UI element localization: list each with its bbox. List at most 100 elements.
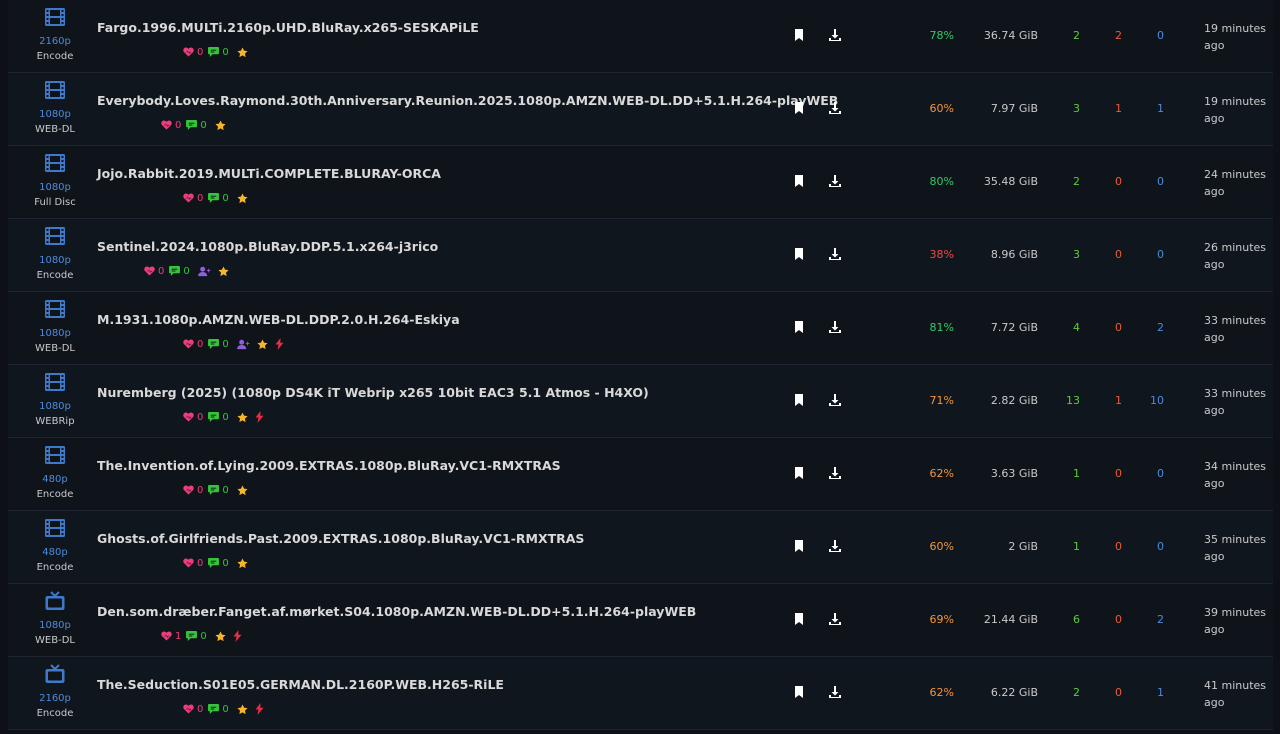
torrent-title-link[interactable]: Jojo.Rabbit.2019.MULTi.COMPLETE.BLURAY-O…: [97, 166, 441, 181]
leechers-count[interactable]: 1: [1090, 102, 1122, 115]
table-row[interactable]: 1080p Encode Sentinel.2024.1080p.BluRay.…: [8, 219, 1273, 292]
download-icon[interactable]: [828, 320, 842, 334]
category-cell[interactable]: 480p Encode: [8, 438, 102, 510]
thanks-count: 0: [183, 47, 203, 58]
seeders-count[interactable]: 2: [1048, 175, 1080, 188]
download-icon[interactable]: [828, 28, 842, 42]
category-cell[interactable]: 2160p Encode: [8, 657, 102, 729]
comments-count: 0: [208, 339, 229, 350]
thanks-count: 0: [183, 339, 203, 350]
table-row[interactable]: 1080p WEB-DL M.1931.1080p.AMZN.WEB-DL.DD…: [8, 292, 1273, 365]
health-percent: 80%: [929, 175, 954, 188]
size-value: 6.22 GiB: [990, 686, 1038, 699]
torrent-title-link[interactable]: Sentinel.2024.1080p.BluRay.DDP.5.1.x264-…: [97, 239, 438, 254]
bookmark-icon[interactable]: [792, 466, 806, 480]
bookmark-icon[interactable]: [792, 247, 806, 261]
seeders-count[interactable]: 3: [1048, 102, 1080, 115]
bookmark-icon[interactable]: [792, 174, 806, 188]
table-row[interactable]: 480p Encode Ghosts.of.Girlfriends.Past.2…: [8, 511, 1273, 584]
leechers-count[interactable]: 2: [1090, 29, 1122, 42]
download-icon[interactable]: [828, 466, 842, 480]
bookmark-icon[interactable]: [792, 101, 806, 115]
type-label: WEB-DL: [35, 124, 75, 135]
completed-count[interactable]: 0: [1132, 467, 1164, 480]
table-row[interactable]: 1080p WEB-DL Den.som.dræber.Fanget.af.mø…: [8, 584, 1273, 657]
completed-count[interactable]: 0: [1132, 29, 1164, 42]
category-cell[interactable]: 1080p WEB-DL: [8, 584, 102, 656]
leechers-count[interactable]: 0: [1090, 467, 1122, 480]
completed-count[interactable]: 10: [1132, 394, 1164, 407]
completed-count[interactable]: 0: [1132, 540, 1164, 553]
bookmark-icon[interactable]: [792, 320, 806, 334]
seeders-count[interactable]: 2: [1048, 686, 1080, 699]
torrent-title-link[interactable]: Everybody.Loves.Raymond.30th.Anniversary…: [97, 93, 838, 108]
torrent-meta: 0 0: [183, 410, 264, 424]
leechers-count[interactable]: 0: [1090, 686, 1122, 699]
download-icon[interactable]: [828, 174, 842, 188]
table-row[interactable]: 1080p WEBRip Nuremberg (2025) (1080p DS4…: [8, 365, 1273, 438]
comment-icon: [186, 631, 198, 641]
completed-count[interactable]: 1: [1132, 686, 1164, 699]
completed-count[interactable]: 2: [1132, 321, 1164, 334]
health-percent: 62%: [929, 686, 954, 699]
bookmark-icon[interactable]: [792, 685, 806, 699]
torrent-title-link[interactable]: Nuremberg (2025) (1080p DS4K iT Webrip x…: [97, 385, 649, 400]
leechers-count[interactable]: 0: [1090, 613, 1122, 626]
resolution-label: 1080p: [39, 620, 71, 631]
seeders-count[interactable]: 1: [1048, 467, 1080, 480]
download-icon[interactable]: [828, 101, 842, 115]
table-row[interactable]: 2160p Encode Fargo.1996.MULTi.2160p.UHD.…: [8, 0, 1273, 73]
category-cell[interactable]: 1080p Encode: [8, 219, 102, 291]
seeders-count[interactable]: 13: [1048, 394, 1080, 407]
leechers-count[interactable]: 1: [1090, 394, 1122, 407]
torrent-title-link[interactable]: The.Invention.of.Lying.2009.EXTRAS.1080p…: [97, 458, 561, 473]
seeders-count[interactable]: 4: [1048, 321, 1080, 334]
completed-count[interactable]: 0: [1132, 248, 1164, 261]
seeders-count[interactable]: 3: [1048, 248, 1080, 261]
leechers-count[interactable]: 0: [1090, 321, 1122, 334]
completed-count[interactable]: 1: [1132, 102, 1164, 115]
user-plus-icon: [197, 266, 211, 277]
download-icon[interactable]: [828, 247, 842, 261]
completed-count[interactable]: 0: [1132, 175, 1164, 188]
seeders-count[interactable]: 6: [1048, 613, 1080, 626]
download-icon[interactable]: [828, 685, 842, 699]
category-cell[interactable]: 1080p Full Disc: [8, 146, 102, 218]
leechers-count[interactable]: 0: [1090, 540, 1122, 553]
category-cell[interactable]: 1080p WEBRip: [8, 365, 102, 437]
bookmark-icon[interactable]: [792, 612, 806, 626]
thanks-count: 0: [183, 558, 203, 569]
leechers-count[interactable]: 0: [1090, 248, 1122, 261]
comment-icon: [208, 47, 220, 57]
user-plus-icon: [236, 339, 250, 350]
leechers-count[interactable]: 0: [1090, 175, 1122, 188]
completed-count[interactable]: 2: [1132, 613, 1164, 626]
download-icon[interactable]: [828, 612, 842, 626]
torrent-title-link[interactable]: Fargo.1996.MULTi.2160p.UHD.BluRay.x265-S…: [97, 20, 479, 35]
seeders-count[interactable]: 2: [1048, 29, 1080, 42]
seeders-count[interactable]: 1: [1048, 540, 1080, 553]
download-icon[interactable]: [828, 539, 842, 553]
category-cell[interactable]: 2160p Encode: [8, 0, 102, 72]
torrent-title-link[interactable]: Ghosts.of.Girlfriends.Past.2009.EXTRAS.1…: [97, 531, 584, 546]
film-icon: [44, 79, 66, 101]
bookmark-icon[interactable]: [792, 393, 806, 407]
table-row[interactable]: 2160p Encode The.Seduction.S01E05.GERMAN…: [8, 657, 1273, 730]
torrent-title-link[interactable]: The.Seduction.S01E05.GERMAN.DL.2160P.WEB…: [97, 677, 504, 692]
table-row[interactable]: 1080p Full Disc Jojo.Rabbit.2019.MULTi.C…: [8, 146, 1273, 219]
torrent-meta: 0 0: [144, 264, 229, 278]
bookmark-icon[interactable]: [792, 539, 806, 553]
torrent-title-link[interactable]: Den.som.dræber.Fanget.af.mørket.S04.1080…: [97, 604, 696, 619]
category-cell[interactable]: 1080p WEB-DL: [8, 73, 102, 145]
download-icon[interactable]: [828, 393, 842, 407]
torrent-title-link[interactable]: M.1931.1080p.AMZN.WEB-DL.DDP.2.0.H.264-E…: [97, 312, 460, 327]
comments-count: 0: [208, 704, 229, 715]
comments-count: 0: [208, 412, 229, 423]
health-percent: 60%: [929, 102, 954, 115]
category-cell[interactable]: 1080p WEB-DL: [8, 292, 102, 364]
size-value: 2 GiB: [1008, 540, 1038, 553]
table-row[interactable]: 480p Encode The.Invention.of.Lying.2009.…: [8, 438, 1273, 511]
category-cell[interactable]: 480p Encode: [8, 511, 102, 583]
bookmark-icon[interactable]: [792, 28, 806, 42]
table-row[interactable]: 1080p WEB-DL Everybody.Loves.Raymond.30t…: [8, 73, 1273, 146]
